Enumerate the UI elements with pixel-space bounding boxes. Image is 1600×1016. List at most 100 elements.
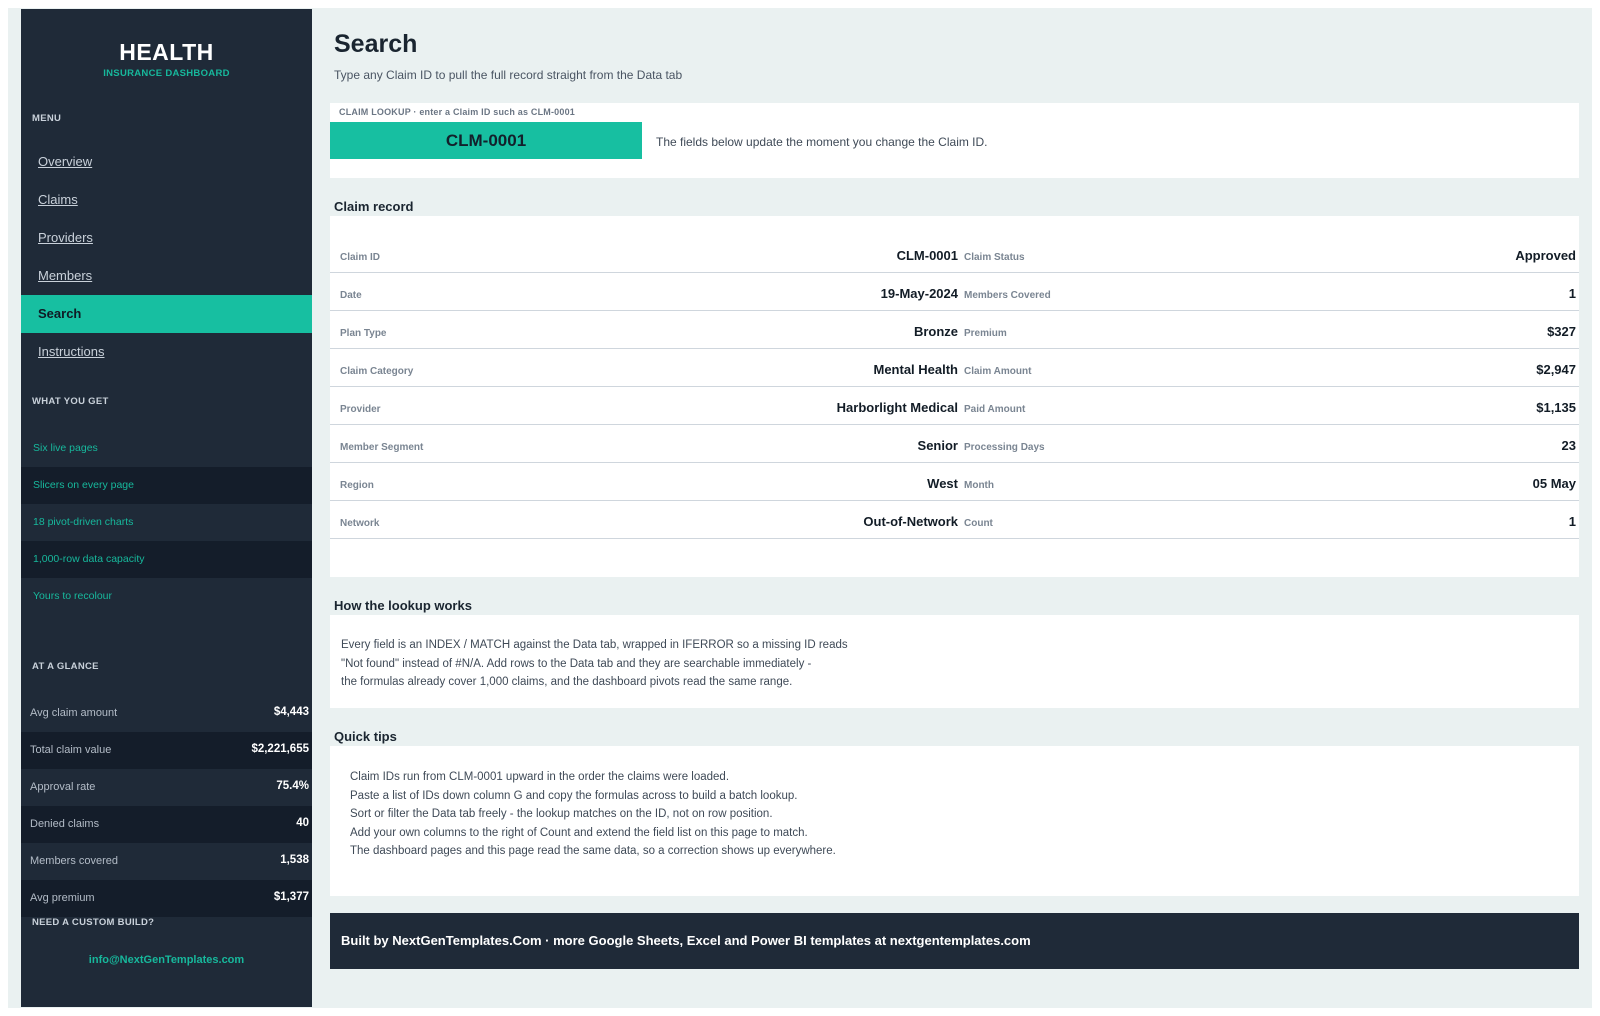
nav-item-search[interactable]: Search xyxy=(21,295,312,333)
nav-item-instructions[interactable]: Instructions xyxy=(21,333,312,371)
stat-label: Total claim value xyxy=(30,744,112,756)
field-value: 19-May-2024 xyxy=(880,286,958,301)
stat-label: Avg claim amount xyxy=(30,707,118,719)
glance-stat: Total claim value $2,221,655 xyxy=(21,732,312,769)
contact-email-link[interactable]: info@NextGenTemplates.com xyxy=(21,954,312,966)
glance-stat: Avg claim amount $4,443 xyxy=(21,695,312,732)
claim-record-title: Claim record xyxy=(334,199,414,214)
how-text: Every field is an INDEX / MATCH against … xyxy=(341,636,848,692)
lookup-label: CLAIM LOOKUP · enter a Claim ID such as … xyxy=(339,107,575,117)
nav-item-members[interactable]: Members xyxy=(21,257,312,295)
nav-item-label: Search xyxy=(38,306,82,321)
glance-stat: Avg premium $1,377 xyxy=(21,880,312,917)
footer-banner: Built by NextGenTemplates.Com · more Goo… xyxy=(330,913,1579,969)
how-line: Every field is an INDEX / MATCH against … xyxy=(341,639,848,651)
nav-item-label: Instructions xyxy=(38,344,105,359)
glance-label: AT A GLANCE xyxy=(32,661,99,672)
quick-tips-card: Claim IDs run from CLM-0001 upward in th… xyxy=(330,746,1579,896)
feature-item: Yours to recolour xyxy=(21,578,312,615)
stat-label: Avg premium xyxy=(30,892,95,904)
menu-label: MENU xyxy=(32,113,62,124)
field-value: 1 xyxy=(1568,514,1576,529)
feature-item: 1,000-row data capacity xyxy=(21,541,312,578)
page-title: Search xyxy=(334,30,418,58)
how-it-works-title: How the lookup works xyxy=(334,598,472,613)
field-label: Paid Amount xyxy=(964,404,1026,415)
claim-id-input[interactable] xyxy=(330,122,642,159)
record-row: Member Segment Senior Processing Days 23 xyxy=(330,424,1579,463)
feature-text: Six live pages xyxy=(33,442,98,454)
field-label: Claim Amount xyxy=(964,366,1032,377)
field-value: 23 xyxy=(1561,438,1576,453)
glance-stat: Denied claims 40 xyxy=(21,806,312,843)
claim-lookup-card: CLAIM LOOKUP · enter a Claim ID such as … xyxy=(330,103,1579,178)
sidebar: HEALTH INSURANCE DASHBOARD MENU Overview… xyxy=(21,9,312,1007)
field-value: $2,947 xyxy=(1536,362,1576,377)
field-value: Bronze xyxy=(913,324,958,339)
nav-item-label: Claims xyxy=(38,192,78,207)
field-value: Senior xyxy=(917,438,958,453)
feature-text: 1,000-row data capacity xyxy=(33,553,145,565)
field-label: Month xyxy=(964,480,994,491)
field-value: Approved xyxy=(1515,248,1576,263)
feature-text: Yours to recolour xyxy=(33,590,112,602)
glance-stat: Approval rate 75.4% xyxy=(21,769,312,806)
field-label: Region xyxy=(340,480,374,491)
how-line: the formulas already cover 1,000 claims,… xyxy=(341,676,793,688)
field-value: Harborlight Medical xyxy=(836,400,958,415)
nav-item-label: Members xyxy=(38,268,93,283)
record-row: Region West Month 05 May xyxy=(330,462,1579,501)
record-row: Claim ID CLM-0001 Claim Status Approved xyxy=(330,234,1579,273)
stat-value: 1,538 xyxy=(280,854,309,866)
feature-item: Six live pages xyxy=(21,430,312,467)
field-label: Members Covered xyxy=(964,290,1051,301)
tip-item: Paste a list of IDs down column G and co… xyxy=(350,789,798,802)
nav-item-providers[interactable]: Providers xyxy=(21,219,312,257)
field-label: Premium xyxy=(964,328,1007,339)
field-value: West xyxy=(927,476,958,491)
stat-label: Approval rate xyxy=(30,781,96,793)
field-label: Date xyxy=(340,290,362,301)
nav-item-overview[interactable]: Overview xyxy=(21,143,312,181)
custom-build-label: NEED A CUSTOM BUILD? xyxy=(32,917,155,928)
field-value: $1,135 xyxy=(1536,400,1576,415)
stat-value: $4,443 xyxy=(273,706,309,718)
footer-text: Built by NextGenTemplates.Com · more Goo… xyxy=(341,933,1031,948)
page-subtitle: Type any Claim ID to pull the full recor… xyxy=(334,68,683,82)
field-label: Count xyxy=(964,518,993,529)
features-label: WHAT YOU GET xyxy=(32,396,109,407)
field-value: Out-of-Network xyxy=(863,514,958,529)
tip-item: Claim IDs run from CLM-0001 upward in th… xyxy=(350,771,730,783)
record-row: Date 19-May-2024 Members Covered 1 xyxy=(330,272,1579,311)
field-label: Plan Type xyxy=(340,328,387,339)
field-label: Member Segment xyxy=(340,442,424,453)
field-label: Claim Status xyxy=(964,252,1025,263)
how-line: "Not found" instead of #N/A. Add rows to… xyxy=(341,657,812,670)
stat-value: $2,221,655 xyxy=(251,743,309,755)
glance-stat: Members covered 1,538 xyxy=(21,843,312,880)
field-value: $327 xyxy=(1547,324,1576,339)
record-row: Claim Category Mental Health Claim Amount $… xyxy=(330,348,1579,387)
stat-label: Denied claims xyxy=(30,818,100,830)
tips-list: Claim IDs run from CLM-0001 upward in th… xyxy=(350,768,836,861)
record-row: Plan Type Bronze Premium $327 xyxy=(330,310,1579,349)
brand-subtitle: INSURANCE DASHBOARD xyxy=(103,68,230,79)
field-value: CLM-0001 xyxy=(896,248,958,263)
stat-label: Members covered xyxy=(30,855,119,867)
tip-item: Sort or filter the Data tab freely - the… xyxy=(350,808,773,820)
nav-item-claims[interactable]: Claims xyxy=(21,181,312,219)
field-value: Mental Health xyxy=(873,362,958,377)
tip-item: The dashboard pages and this page read t… xyxy=(350,845,836,857)
how-it-works-card: Every field is an INDEX / MATCH against … xyxy=(330,615,1579,708)
field-label: Processing Days xyxy=(964,442,1045,453)
record-row: Provider Harborlight Medical Paid Amount $1… xyxy=(330,386,1579,425)
feature-text: 18 pivot-driven charts xyxy=(33,516,134,528)
record-row: Network Out-of-Network Count 1 xyxy=(330,500,1579,539)
feature-text: Slicers on every page xyxy=(33,479,134,491)
tip-item: Add your own columns to the right of Cou… xyxy=(350,826,808,839)
lookup-note: The fields below update the moment you c… xyxy=(656,135,988,149)
claim-record-card: Claim ID CLM-0001 Claim Status Approved Dat… xyxy=(330,216,1579,577)
feature-item: 18 pivot-driven charts xyxy=(21,504,312,541)
stat-value: 75.4% xyxy=(276,780,309,792)
quick-tips-title: Quick tips xyxy=(334,729,397,744)
